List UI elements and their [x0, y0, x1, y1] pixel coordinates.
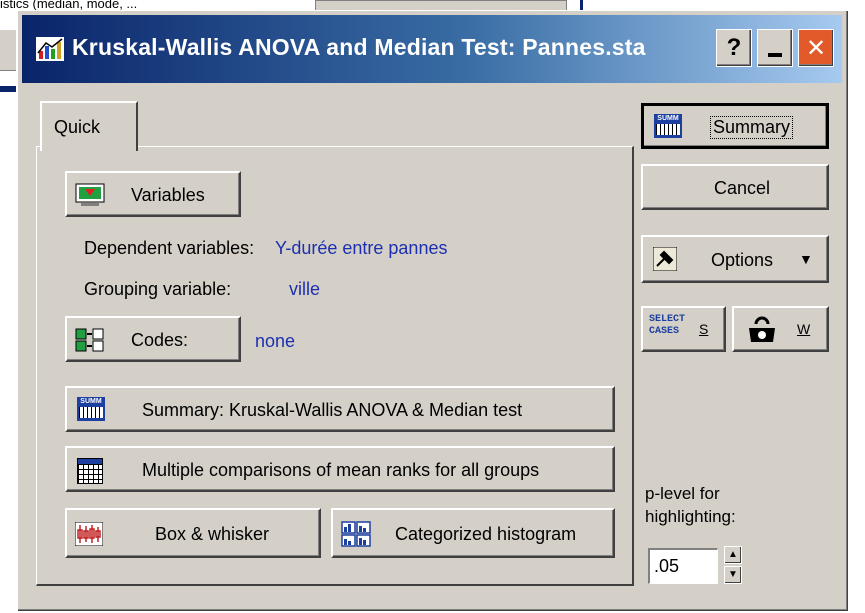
- options-hammer-icon: [653, 247, 677, 271]
- title-bar[interactable]: Kruskal-Wallis ANOVA and Median Test: Pa…: [22, 15, 842, 83]
- tab-quick-label: Quick: [54, 117, 101, 137]
- cancel-label: Cancel: [714, 178, 771, 198]
- background-window-accent: [0, 86, 16, 92]
- options-button[interactable]: Options ▼: [641, 235, 829, 283]
- p-level-label-line1: p-level for: [645, 484, 720, 503]
- case-weights-button[interactable]: W: [732, 306, 829, 352]
- tab-quick[interactable]: Quick: [40, 101, 138, 151]
- dependent-variables-value: Y-durée entre pannes: [275, 238, 448, 258]
- codes-icon: [75, 328, 104, 352]
- select-cases-icon: SELECT CASES: [649, 314, 686, 337]
- close-button[interactable]: ✕: [798, 29, 834, 67]
- window-title: Kruskal-Wallis ANOVA and Median Test: Pa…: [72, 34, 646, 60]
- table-icon: [77, 458, 103, 484]
- dialog-window: Kruskal-Wallis ANOVA and Median Test: Pa…: [17, 10, 849, 612]
- dropdown-arrow-icon: ▼: [799, 251, 813, 267]
- categorized-histogram-icon: [341, 521, 371, 547]
- spinner-down-icon[interactable]: ▼: [724, 566, 742, 584]
- multiple-comparisons-button[interactable]: Multiple comparisons of mean ranks for a…: [65, 446, 615, 492]
- spinner-up-icon[interactable]: ▲: [724, 546, 742, 564]
- statistica-app-icon: [36, 37, 64, 61]
- select-cases-button[interactable]: SELECT CASES S: [641, 306, 726, 352]
- grouping-variable-value: ville: [289, 279, 321, 299]
- summary-button[interactable]: SUMM Summary: [641, 103, 829, 149]
- minimize-button[interactable]: [757, 29, 793, 67]
- codes-value: none: [255, 331, 296, 351]
- codes-button[interactable]: Codes:: [65, 316, 241, 362]
- summary-label: Summary: [710, 116, 794, 139]
- summary-kruskal-wallis-button[interactable]: SUMM Summary: Kruskal-Wallis ANOVA & Med…: [65, 386, 615, 432]
- box-whisker-icon: [75, 522, 103, 546]
- p-level-spinner[interactable]: ▲ ▼: [724, 546, 742, 584]
- box-whisker-button[interactable]: Box & whisker: [65, 508, 321, 558]
- options-label: Options: [711, 250, 774, 270]
- background-window-edge: [0, 30, 16, 71]
- variables-button[interactable]: Variables: [65, 171, 241, 217]
- help-button[interactable]: ?: [716, 29, 752, 67]
- box-whisker-label: Box & whisker: [155, 524, 270, 544]
- multiple-comparisons-label: Multiple comparisons of mean ranks for a…: [142, 460, 540, 480]
- codes-label: Codes:: [131, 330, 189, 350]
- variables-label: Variables: [131, 185, 205, 205]
- minimize-icon: [768, 53, 782, 57]
- weight-icon: [749, 316, 775, 342]
- summary-icon: SUMM: [654, 114, 682, 138]
- variables-icon: [75, 183, 105, 206]
- case-weights-shortcut: W: [797, 321, 811, 337]
- p-level-input[interactable]: .05: [648, 548, 718, 584]
- dependent-variables-label: Dependent variables:: [84, 238, 255, 258]
- cancel-button[interactable]: Cancel: [641, 164, 829, 210]
- grouping-variable-label: Grouping variable:: [84, 279, 232, 299]
- categorized-histogram-button[interactable]: Categorized histogram: [331, 508, 615, 558]
- summary-icon: SUMM: [77, 397, 105, 421]
- select-cases-shortcut: S: [699, 321, 709, 337]
- p-level-label-line2: highlighting:: [645, 507, 736, 526]
- categorized-histogram-label: Categorized histogram: [395, 524, 577, 544]
- summary-kruskal-wallis-label: Summary: Kruskal-Wallis ANOVA & Median t…: [142, 400, 523, 420]
